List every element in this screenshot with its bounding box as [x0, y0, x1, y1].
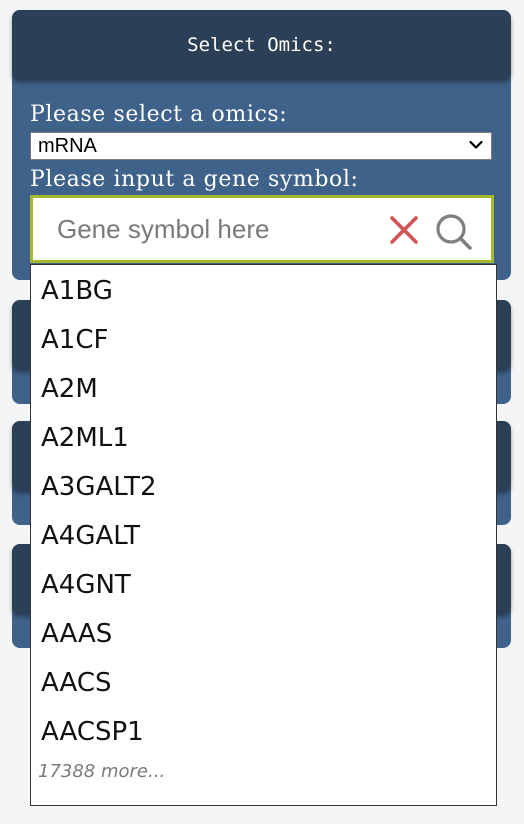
- gene-label: Please input a gene symbol:: [30, 167, 359, 192]
- omics-selected-value: mRNA: [38, 135, 97, 157]
- gene-search-box: Gene symbol here: [30, 195, 494, 263]
- more-results-text: 17388 more...: [38, 761, 166, 782]
- omics-select[interactable]: mRNA: [30, 132, 492, 160]
- select-omics-panel: Select Omics: Please select a omics: mRN…: [12, 10, 511, 280]
- gene-suggestion-dropdown: A1BG A1CF A2M A2ML1 A3GALT2 A4GALT A4GNT…: [30, 264, 497, 806]
- close-icon[interactable]: [389, 215, 419, 245]
- gene-suggestion-item[interactable]: A4GNT: [31, 559, 496, 608]
- chevron-down-icon: [469, 140, 483, 149]
- search-icon[interactable]: [435, 213, 473, 251]
- gene-suggestion-item[interactable]: AACSP1: [31, 706, 496, 755]
- omics-label: Please select a omics:: [30, 102, 288, 127]
- gene-suggestion-item[interactable]: AAAS: [31, 608, 496, 657]
- page: Select Omics: Please select a omics: mRN…: [0, 0, 524, 824]
- gene-suggestion-item[interactable]: AACS: [31, 657, 496, 706]
- gene-suggestion-item[interactable]: A1CF: [31, 314, 496, 363]
- panel-title: Select Omics:: [187, 34, 336, 56]
- gene-suggestion-list: A1BG A1CF A2M A2ML1 A3GALT2 A4GALT A4GNT…: [31, 265, 496, 755]
- gene-suggestion-item[interactable]: A4GALT: [31, 510, 496, 559]
- gene-search-input[interactable]: Gene symbol here: [57, 198, 269, 260]
- gene-suggestion-item[interactable]: A2ML1: [31, 412, 496, 461]
- gene-suggestion-item[interactable]: A3GALT2: [31, 461, 496, 510]
- select-omics-header[interactable]: Select Omics:: [12, 10, 511, 80]
- gene-suggestion-item[interactable]: A1BG: [31, 265, 496, 314]
- gene-suggestion-item[interactable]: A2M: [31, 363, 496, 412]
